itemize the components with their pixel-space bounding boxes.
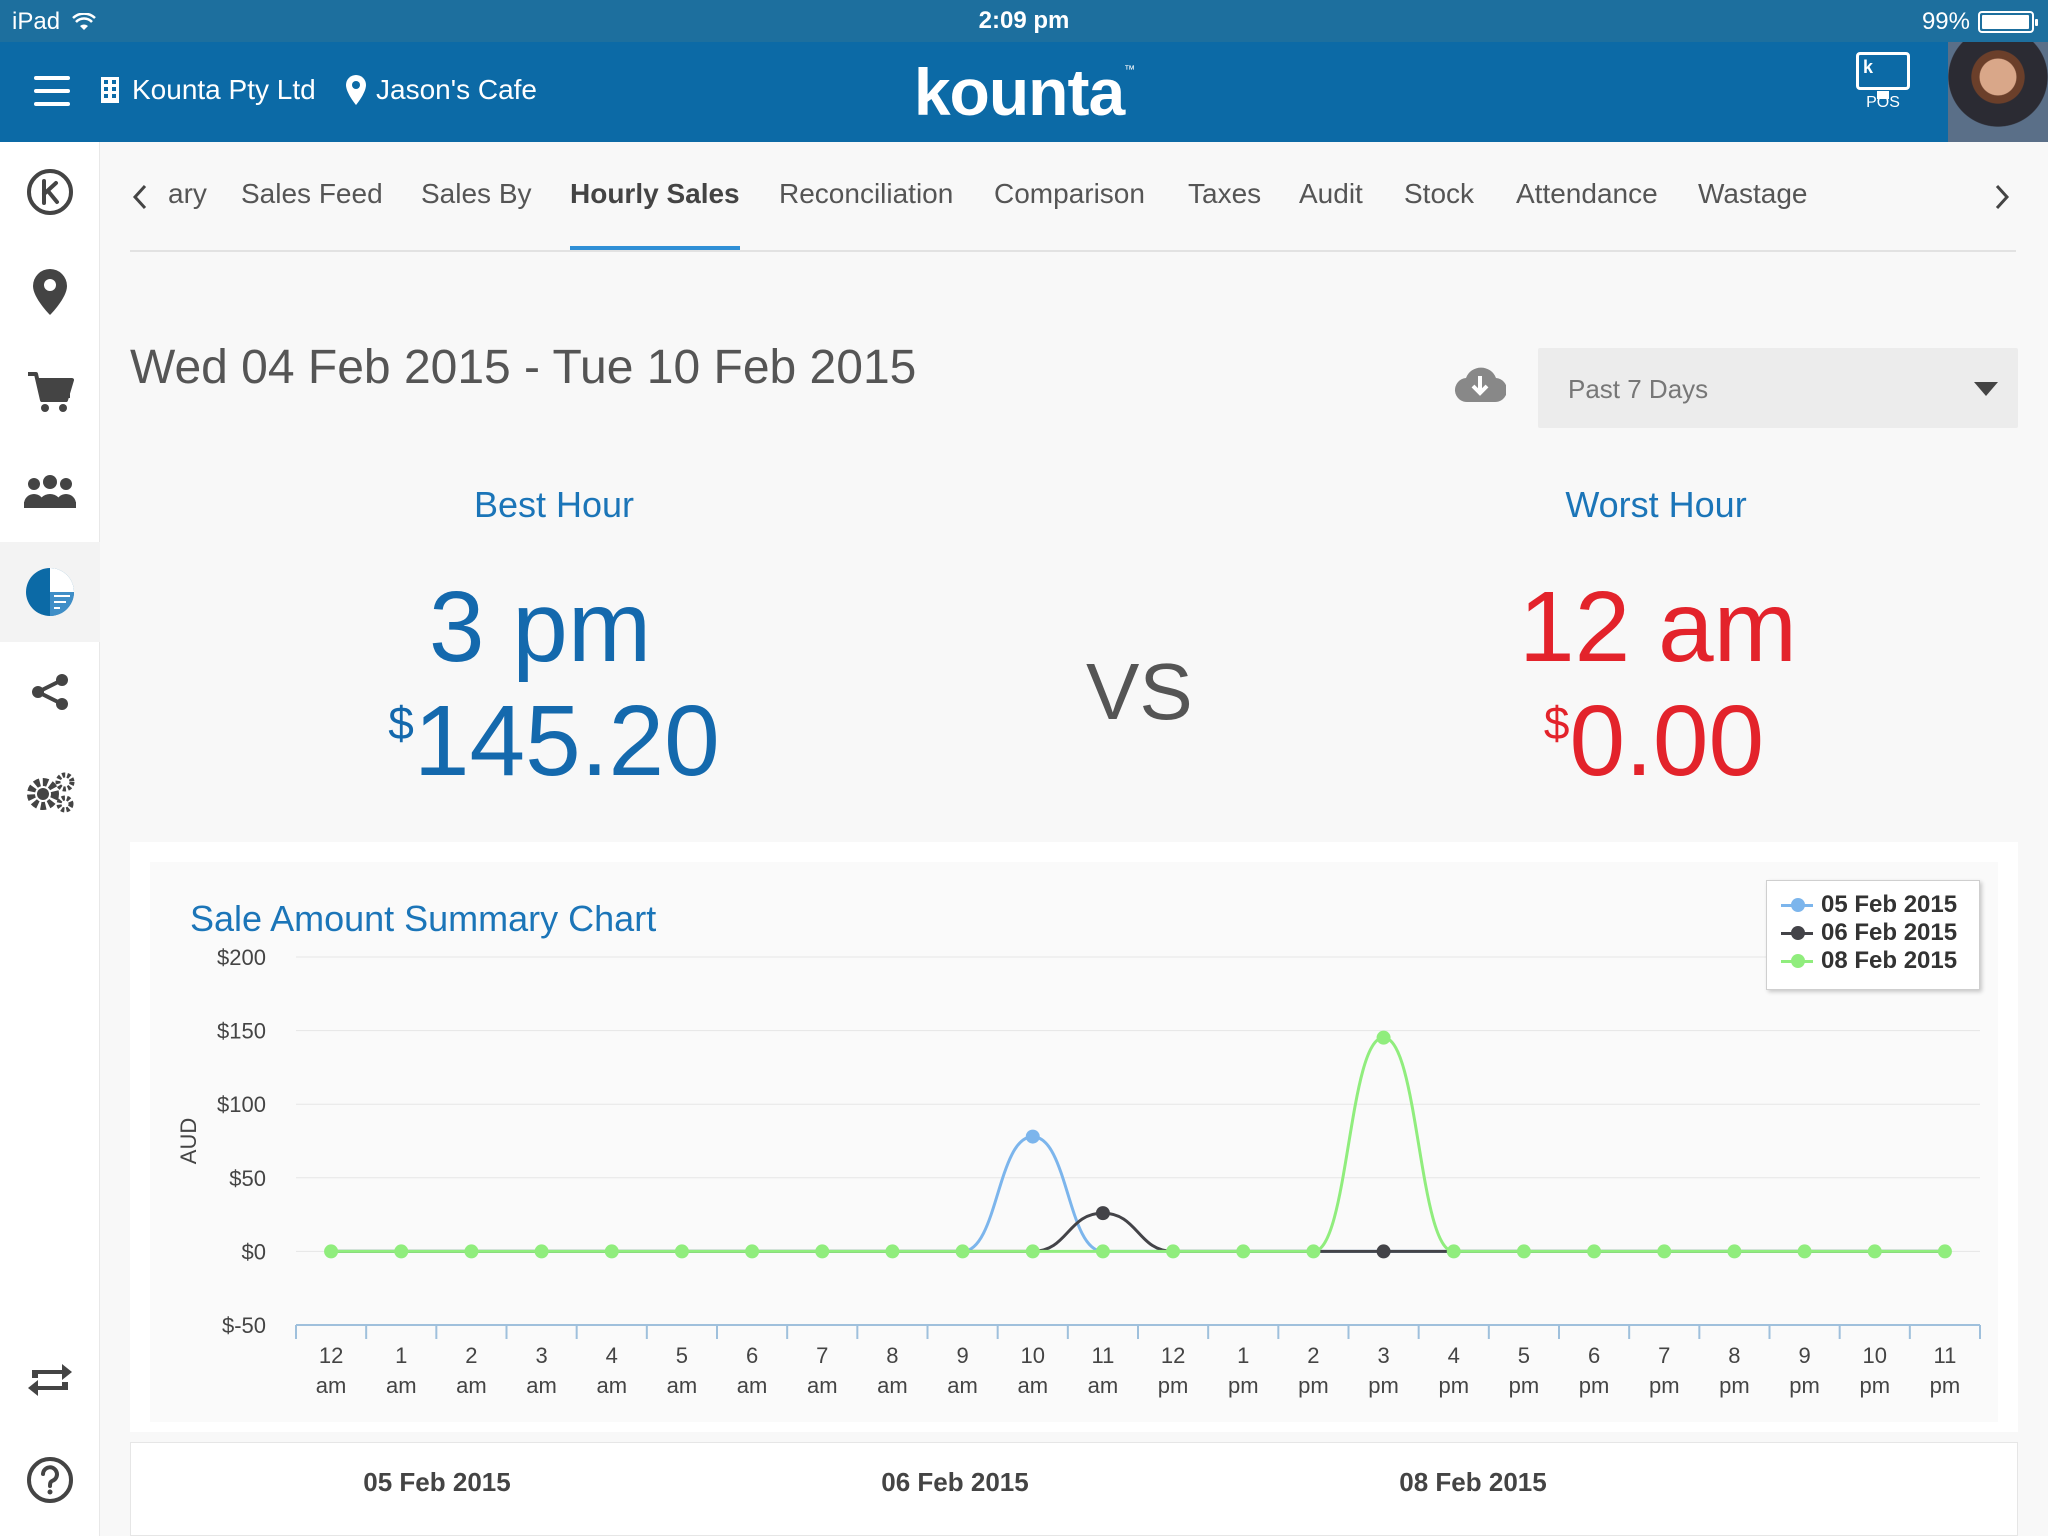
sidebar-nav: [0, 142, 100, 1536]
legend-item[interactable]: 05 Feb 2015: [1781, 891, 1965, 919]
tab-audit[interactable]: Audit: [1299, 178, 1363, 210]
report-tabs: ary Sales Feed Sales By Hourly Sales Rec…: [100, 142, 2048, 252]
sidebar-item-reports[interactable]: [0, 542, 100, 642]
ios-status-bar: iPad 2:09 pm 99%: [0, 0, 2048, 42]
tabs-scroll-right-button[interactable]: [1994, 180, 2010, 219]
date-columns-table: 05 Feb 2015 06 Feb 2015 08 Feb 2015: [130, 1442, 2018, 1536]
sidebar-item-kounta[interactable]: [0, 142, 100, 242]
chart-title: Sale Amount Summary Chart: [190, 898, 657, 939]
legend-swatch: [1781, 926, 1813, 940]
legend-item[interactable]: 06 Feb 2015: [1781, 919, 1965, 947]
tab-wastage[interactable]: Wastage: [1698, 178, 1807, 210]
tab-sales-feed[interactable]: Sales Feed: [241, 178, 383, 210]
best-hour-amount: $145.20: [388, 685, 720, 797]
date-column-header: 06 Feb 2015: [881, 1467, 1029, 1497]
date-column-header: 05 Feb 2015: [363, 1467, 511, 1497]
clock: 2:09 pm: [978, 7, 1070, 34]
kounta-logo: kounta™: [913, 55, 1135, 129]
period-select[interactable]: Past 7 Days: [1538, 348, 2018, 428]
tab-reconciliation[interactable]: Reconciliation: [779, 178, 953, 210]
chevron-down-icon: [1974, 382, 1998, 396]
pie-chart-icon: [26, 568, 74, 616]
legend-label: 05 Feb 2015: [1821, 891, 1958, 918]
tab-summary[interactable]: ary: [168, 178, 207, 210]
tabs-scroll-left-button[interactable]: [132, 180, 148, 219]
sidebar-item-customers[interactable]: [0, 442, 100, 542]
user-avatar[interactable]: [1948, 42, 2048, 142]
period-select-value: Past 7 Days: [1568, 374, 1709, 404]
tabs-divider: [130, 250, 2016, 252]
help-icon: [27, 1457, 73, 1503]
legend-label: 08 Feb 2015: [1821, 947, 1958, 974]
download-button[interactable]: [1454, 364, 1508, 409]
sidebar-item-share[interactable]: [0, 642, 100, 742]
pos-terminal-icon: k: [1856, 52, 1910, 99]
location-pin-icon: [33, 269, 67, 315]
best-hour-title: Best Hour: [473, 484, 635, 525]
tab-stock[interactable]: Stock: [1404, 178, 1474, 210]
worst-hour-title: Worst Hour: [1565, 484, 1747, 525]
worst-hour-value: 12 am: [1519, 571, 1797, 683]
legend-swatch: [1781, 954, 1813, 968]
tab-comparison[interactable]: Comparison: [994, 178, 1145, 210]
app-header: Kounta Pty Ltd Jason's Cafe kounta™ k PO…: [0, 42, 2048, 142]
pos-button[interactable]: k POS: [1856, 52, 1910, 112]
gears-icon: [27, 772, 75, 813]
legend-item[interactable]: 08 Feb 2015: [1781, 947, 1965, 975]
sidebar-item-settings[interactable]: [0, 742, 100, 842]
battery-icon: [1978, 11, 2038, 33]
tab-attendance[interactable]: Attendance: [1516, 178, 1658, 210]
best-hour-value: 3 pm: [428, 571, 652, 683]
people-group-icon: [24, 475, 76, 508]
sidebar-item-locations[interactable]: [0, 242, 100, 342]
sync-arrows-icon: [28, 1364, 72, 1396]
chevron-right-icon: [1995, 184, 2010, 210]
tab-taxes[interactable]: Taxes: [1188, 178, 1261, 210]
chart-panel: Sale Amount Summary Chart: [130, 842, 2018, 1432]
tab-hourly-sales[interactable]: Hourly Sales: [570, 178, 740, 210]
page-title-date-range: Wed 04 Feb 2015 - Tue 10 Feb 2015: [130, 341, 917, 394]
vs-label: VS: [1086, 647, 1193, 736]
legend-label: 06 Feb 2015: [1821, 919, 1958, 946]
worst-hour-amount: $0.00: [1543, 685, 1765, 797]
cloud-download-icon: [1454, 367, 1508, 403]
chevron-left-icon: [132, 184, 147, 210]
share-icon: [32, 674, 68, 710]
sidebar-item-help[interactable]: [0, 1430, 100, 1530]
chart-container: Sale Amount Summary Chart: [150, 862, 1998, 1422]
shopping-cart-icon: [28, 372, 74, 412]
tab-sales-by[interactable]: Sales By: [421, 178, 532, 210]
date-column-header: 08 Feb 2015: [1399, 1467, 1547, 1497]
sidebar-item-sync[interactable]: [0, 1330, 100, 1430]
chart-legend: 05 Feb 2015 06 Feb 2015 08 Feb 2015: [1766, 880, 1980, 990]
sidebar-item-products[interactable]: [0, 342, 100, 442]
battery-percent: 99%: [1921, 8, 1970, 35]
kounta-k-icon: [27, 169, 73, 215]
legend-swatch: [1781, 898, 1813, 912]
